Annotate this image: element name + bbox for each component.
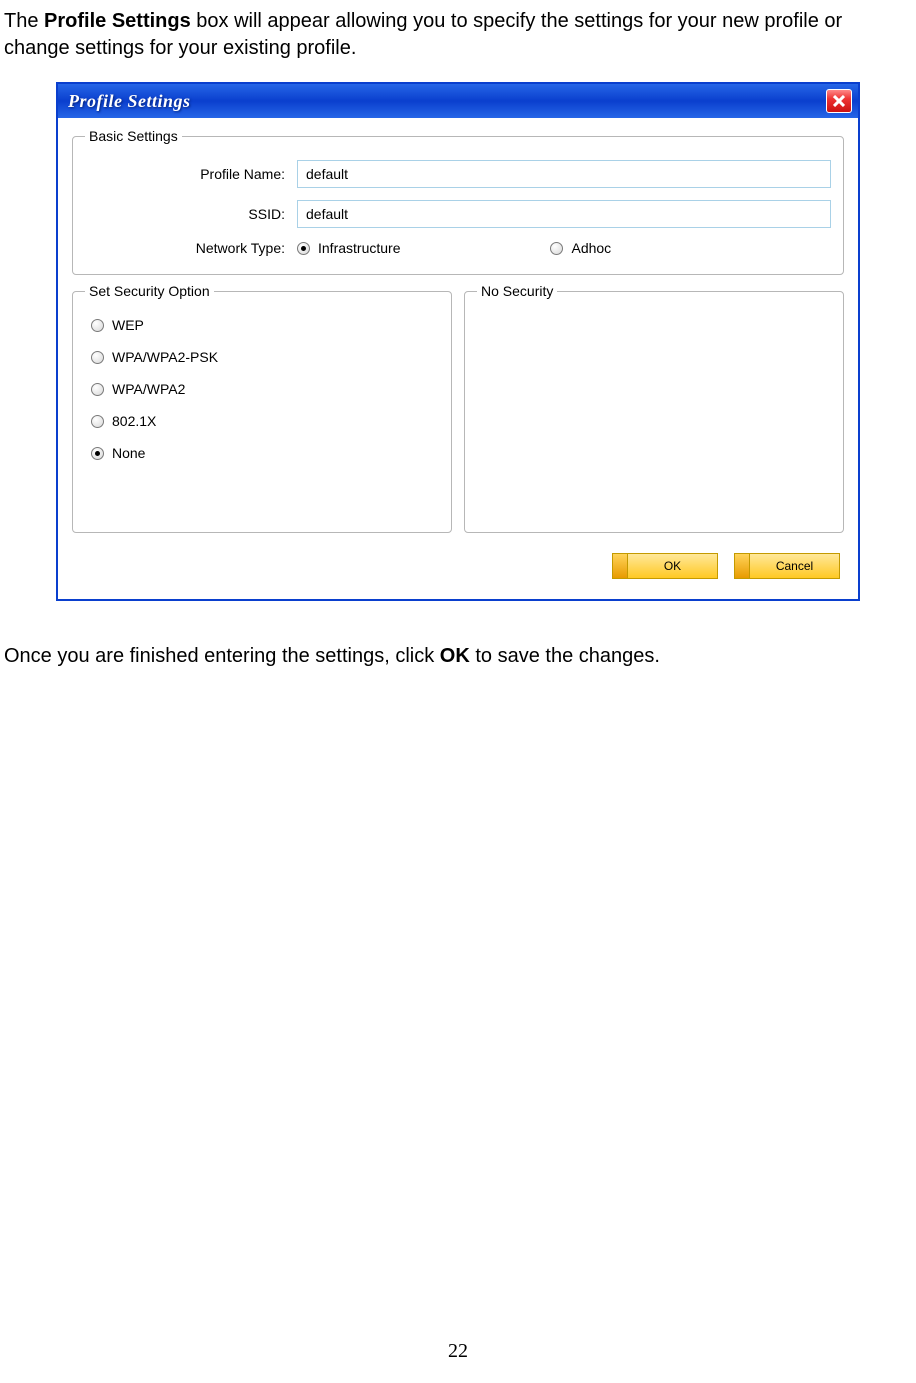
security-option-none[interactable]: None bbox=[91, 445, 439, 461]
after-suffix: to save the changes. bbox=[470, 645, 660, 667]
security-option-wpa[interactable]: WPA/WPA2 bbox=[91, 381, 439, 397]
radio-icon bbox=[91, 351, 104, 364]
profile-name-input[interactable] bbox=[297, 160, 831, 188]
radio-label: WPA/WPA2-PSK bbox=[112, 349, 218, 365]
radio-label: 802.1X bbox=[112, 413, 156, 429]
profile-settings-dialog: Profile Settings Basic Settings Profile … bbox=[56, 82, 860, 601]
radio-label: None bbox=[112, 445, 145, 461]
no-security-group: No Security bbox=[464, 283, 844, 533]
network-type-infrastructure[interactable]: Infrastructure bbox=[297, 240, 400, 256]
radio-icon bbox=[91, 415, 104, 428]
basic-settings-group: Basic Settings Profile Name: SSID: Netwo… bbox=[72, 128, 844, 275]
no-security-legend: No Security bbox=[477, 283, 557, 299]
intro-prefix: The bbox=[4, 10, 44, 32]
cancel-button[interactable]: Cancel bbox=[734, 553, 840, 579]
basic-settings-legend: Basic Settings bbox=[85, 128, 182, 144]
button-label: Cancel bbox=[750, 559, 839, 573]
button-accent bbox=[613, 554, 628, 578]
close-icon bbox=[833, 95, 845, 107]
radio-icon bbox=[550, 242, 563, 255]
page-number: 22 bbox=[0, 1340, 916, 1363]
radio-label: WEP bbox=[112, 317, 144, 333]
ok-button[interactable]: OK bbox=[612, 553, 718, 579]
close-button[interactable] bbox=[826, 89, 852, 113]
security-option-group: Set Security Option WEP WPA/WPA2-PSK bbox=[72, 283, 452, 533]
window-title: Profile Settings bbox=[68, 91, 191, 112]
intro-paragraph: The Profile Settings box will appear all… bbox=[4, 8, 912, 62]
radio-icon bbox=[91, 319, 104, 332]
radio-icon bbox=[91, 447, 104, 460]
security-option-8021x[interactable]: 802.1X bbox=[91, 413, 439, 429]
ssid-label: SSID: bbox=[85, 206, 297, 222]
network-type-adhoc[interactable]: Adhoc bbox=[550, 240, 611, 256]
button-label: OK bbox=[628, 559, 717, 573]
security-option-legend: Set Security Option bbox=[85, 283, 214, 299]
intro-bold: Profile Settings bbox=[44, 10, 191, 32]
radio-icon bbox=[297, 242, 310, 255]
titlebar[interactable]: Profile Settings bbox=[58, 84, 858, 118]
after-bold: OK bbox=[440, 645, 470, 667]
radio-label: Adhoc bbox=[571, 240, 611, 256]
security-option-wep[interactable]: WEP bbox=[91, 317, 439, 333]
after-prefix: Once you are finished entering the setti… bbox=[4, 645, 440, 667]
radio-icon bbox=[91, 383, 104, 396]
profile-name-label: Profile Name: bbox=[85, 166, 297, 182]
after-paragraph: Once you are finished entering the setti… bbox=[4, 643, 912, 670]
security-option-wpa-psk[interactable]: WPA/WPA2-PSK bbox=[91, 349, 439, 365]
button-accent bbox=[735, 554, 750, 578]
radio-label: Infrastructure bbox=[318, 240, 400, 256]
ssid-input[interactable] bbox=[297, 200, 831, 228]
network-type-label: Network Type: bbox=[85, 240, 297, 256]
radio-label: WPA/WPA2 bbox=[112, 381, 185, 397]
